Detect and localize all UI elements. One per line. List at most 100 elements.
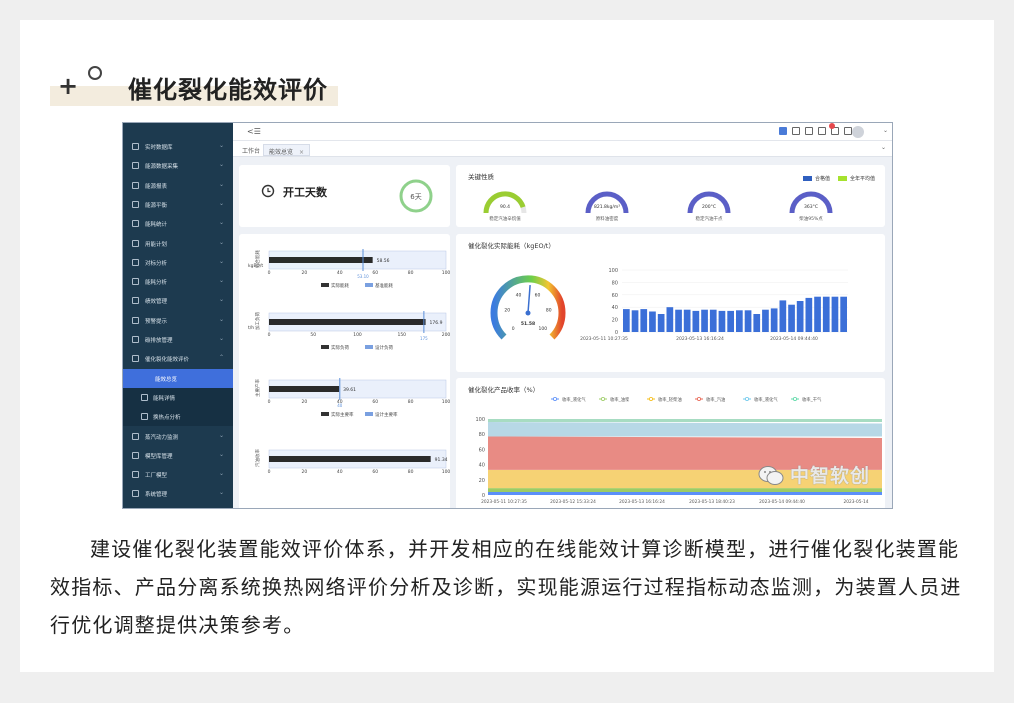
legend-swatch: [321, 412, 329, 416]
print-icon[interactable]: [818, 127, 826, 135]
dial-hub: [525, 310, 531, 316]
tab-efficiency-overview[interactable]: 能效总览 ×: [263, 144, 310, 156]
sidebar-item[interactable]: 能耗分析 ⌄: [123, 272, 233, 291]
legend-label: 收率_液化气: [562, 396, 586, 403]
y-tick: 20: [612, 318, 618, 324]
message-icon[interactable]: [844, 127, 852, 135]
sidebar-item-label: 系统管理: [145, 492, 168, 499]
gauge-fill: [687, 191, 731, 214]
sidebar-item[interactable]: 用能计划 ⌄: [123, 234, 233, 253]
home-icon[interactable]: [805, 127, 813, 135]
bullet-tick: 80: [408, 469, 414, 475]
chevron-down-icon[interactable]: ⌄: [881, 144, 886, 151]
dial-tick: 60: [535, 292, 541, 298]
sidebar-item-label: 实时数据库: [145, 145, 173, 151]
close-icon[interactable]: ×: [299, 149, 304, 156]
bullet-tick: 100: [353, 332, 362, 338]
stats-icon: [132, 220, 139, 228]
energy-bar: [718, 310, 726, 332]
bullet-tick: 20: [302, 270, 308, 276]
days-title: 开工天数: [283, 186, 327, 199]
y-tick: 0: [482, 493, 485, 499]
y-tick: 60: [479, 447, 485, 453]
sidebar-item-label: 能源平衡: [145, 202, 168, 209]
energy-bar: [805, 297, 813, 332]
sidebar-item-label: 模型库管理: [145, 453, 173, 460]
yield-area: [488, 488, 882, 492]
chevron-down-icon[interactable]: ⌄: [883, 127, 888, 134]
sidebar-item-label: 能效总览: [155, 376, 178, 383]
x-tick: 2023-05-14 09:44:40: [770, 336, 818, 342]
sidebar-item[interactable]: 模型库管理 ⌄: [123, 446, 233, 465]
sidebar-item[interactable]: 预警提示 ⌄: [123, 311, 233, 330]
watermark: 中智软创: [790, 465, 871, 487]
sidebar-item[interactable]: 工厂模型 ⌄: [123, 465, 233, 484]
sidebar-item[interactable]: 能耗详情: [123, 387, 233, 407]
sidebar-item[interactable]: 能源数据采集 ⌄: [123, 156, 233, 175]
energy-bar: [683, 309, 691, 332]
plus-icon: +: [58, 72, 79, 100]
sidebar-item[interactable]: 能源平衡 ⌄: [123, 195, 233, 214]
key-quality-gauges: 90.4 稳定汽油辛烷值 821.8kg/m³ 原料油密度 200°C 稳定汽油干点 363…: [483, 191, 833, 222]
dial-tick: 20: [504, 308, 510, 314]
carbon-icon: [132, 336, 139, 343]
days-panel: 开工天数 6天: [239, 165, 450, 227]
legend-swatch: [365, 345, 373, 349]
dial-value: 51.58: [521, 321, 535, 327]
sidebar-item-label: 碳排放管理: [145, 338, 173, 344]
sidebar-item[interactable]: 能耗统计 ⌄: [123, 214, 233, 233]
shirt-icon[interactable]: [792, 127, 800, 135]
energy-chart: 0 20 40 60 80 100 51.58 0 20 40 60 80 100 2023-05-11 …: [490, 268, 848, 342]
body-text: 建设催化裂化装置能效评价体系，并开发相应的在线能效计算诊断模型，进行催化裂化装置…: [50, 530, 970, 644]
avatar[interactable]: [852, 126, 864, 138]
energy-bar: [796, 301, 804, 332]
energy-bar: [736, 310, 743, 332]
sidebar-item-label: 绩效管理: [145, 299, 168, 306]
sidebar-item[interactable]: 碳排放管理 ⌄: [123, 330, 233, 349]
analysis-icon: [132, 278, 139, 286]
chevron-down-icon: ⌄: [219, 257, 225, 265]
legend-label: 收率_干气: [802, 396, 822, 403]
chevron-down-icon: ⌄: [219, 199, 225, 207]
bullet-tick: 20: [302, 399, 308, 405]
x-tick: 2023-05-12 15:33:24: [550, 499, 596, 505]
sidebar-item[interactable]: 系统管理 ⌄: [123, 484, 233, 503]
model-icon: [132, 451, 139, 459]
sidebar-item[interactable]: 换热点分析: [123, 407, 233, 427]
legend-label: 收率_汽油: [706, 396, 725, 403]
sidebar-item[interactable]: 能效总览: [123, 368, 233, 388]
bullet-value: 176.9: [430, 320, 443, 326]
energy-bar: [779, 300, 787, 332]
sidebar-item[interactable]: 对标分析 ⌄: [123, 253, 233, 272]
sidebar-item[interactable]: 能源报表 ⌄: [123, 176, 233, 195]
screen-icon[interactable]: [779, 127, 787, 135]
energy-bar: [822, 296, 830, 332]
x-tick: 2023-05-13 18:40:23: [689, 499, 735, 505]
y-tick: 60: [612, 293, 618, 299]
legend-label: 收率_液化气: [754, 396, 778, 403]
bullet-target-label: 53.10: [357, 274, 369, 279]
sidebar-item[interactable]: 催化裂化能效评价 ⌃: [123, 349, 233, 368]
gauge-fill: [789, 191, 833, 214]
report-icon: [132, 181, 139, 189]
legend-swatch: [321, 345, 329, 349]
legend-label: 实际主要率: [331, 411, 354, 418]
sidebar-item[interactable]: 绩效管理 ⌄: [123, 291, 233, 310]
legend-label: 基准能耗: [375, 282, 393, 289]
sidebar-item[interactable]: 蒸汽动力监测 ⌄: [123, 427, 233, 446]
yield-area: [488, 422, 882, 437]
chevron-down-icon: ⌄: [219, 470, 225, 478]
wechat-icon: [758, 466, 784, 485]
tab-workbench[interactable]: 工作台: [237, 144, 265, 156]
energy-bar: [623, 309, 630, 332]
sidebar-item[interactable]: 实时数据库 ⌄: [123, 137, 233, 156]
bullet-tick: 60: [372, 469, 378, 475]
energy-bar: [831, 296, 839, 332]
clock-icon: [261, 184, 275, 198]
balance-icon: [132, 200, 139, 208]
collapse-icon[interactable]: <☰: [247, 127, 261, 136]
energy-bar: [744, 310, 752, 332]
bullet-target-label: 175: [420, 336, 428, 341]
system-icon: [132, 490, 139, 498]
alert-icon: [132, 316, 139, 324]
